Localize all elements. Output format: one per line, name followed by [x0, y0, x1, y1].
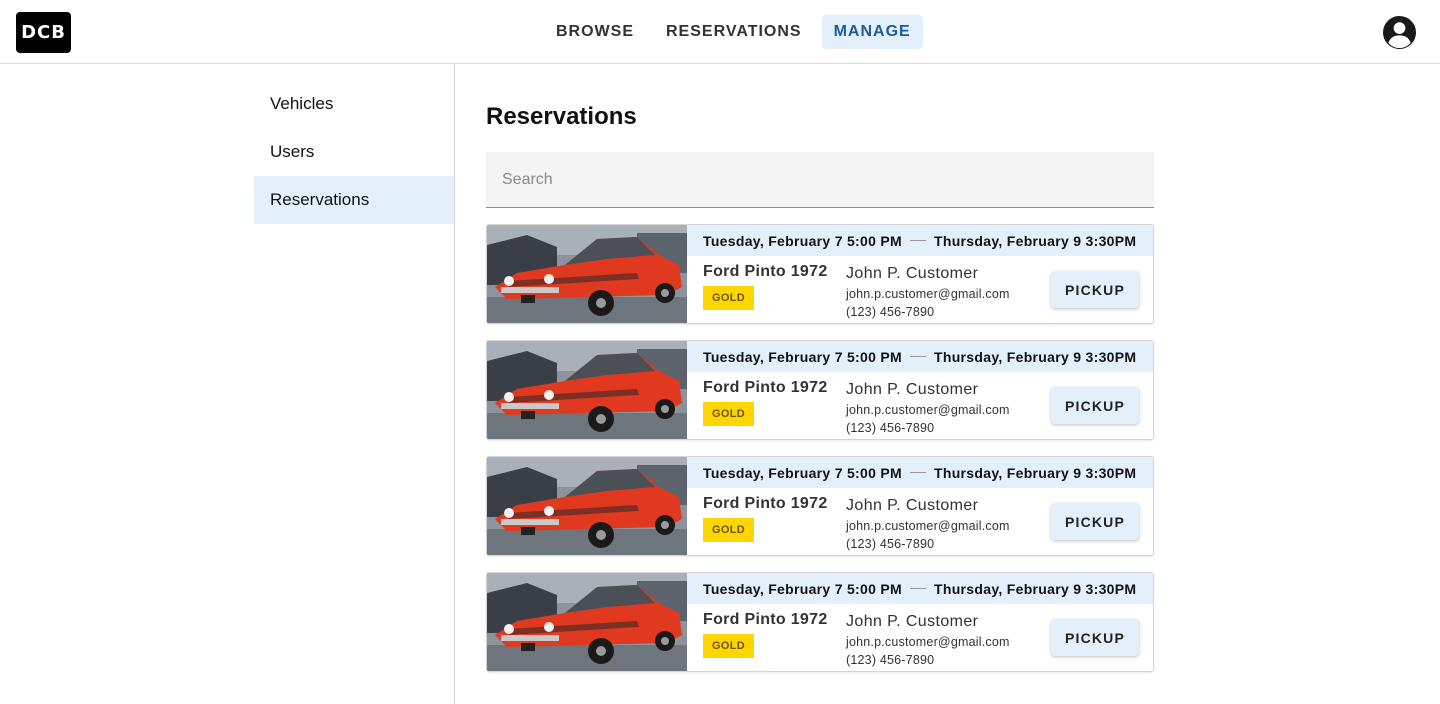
reservation-start: Tuesday, February 7 5:00 PM: [703, 348, 902, 365]
tab-manage[interactable]: MANAGE: [821, 15, 923, 49]
reservation-card: Tuesday, February 7 5:00 PM Thursday, Fe…: [486, 340, 1154, 440]
reservation-dates: Tuesday, February 7 5:00 PM Thursday, Fe…: [687, 457, 1153, 488]
sidebar-item-vehicles[interactable]: Vehicles: [254, 80, 454, 128]
vehicle-name: Ford Pinto 1972: [703, 263, 828, 280]
sidebar-item-users[interactable]: Users: [254, 128, 454, 176]
manage-sidebar: Vehicles Users Reservations: [254, 64, 455, 704]
tier-badge: GOLD: [703, 634, 754, 658]
customer-phone: (123) 456-7890: [846, 653, 935, 667]
reservation-list: Tuesday, February 7 5:00 PM Thursday, Fe…: [486, 224, 1154, 672]
search-input[interactable]: [486, 152, 1154, 208]
tab-browse[interactable]: BROWSE: [544, 15, 646, 49]
reservation-card: Tuesday, February 7 5:00 PM Thursday, Fe…: [486, 572, 1154, 672]
app-logo[interactable]: DCB: [16, 12, 71, 53]
customer-email: john.p.customer@gmail.com: [846, 287, 1010, 301]
date-range-separator: [910, 588, 926, 589]
pickup-button[interactable]: PICKUP: [1051, 271, 1139, 308]
reservation-dates: Tuesday, February 7 5:00 PM Thursday, Fe…: [687, 341, 1153, 372]
reservation-end: Thursday, February 9 3:30PM: [934, 464, 1137, 481]
reservation-dates: Tuesday, February 7 5:00 PM Thursday, Fe…: [687, 573, 1153, 604]
customer-phone: (123) 456-7890: [846, 305, 935, 319]
reservation-start: Tuesday, February 7 5:00 PM: [703, 580, 902, 597]
reservation-card: Tuesday, February 7 5:00 PM Thursday, Fe…: [486, 456, 1154, 556]
vehicle-name: Ford Pinto 1972: [703, 379, 828, 396]
customer-name: John P. Customer: [846, 381, 979, 398]
customer-name: John P. Customer: [846, 497, 979, 514]
customer-phone: (123) 456-7890: [846, 421, 935, 435]
tier-badge: GOLD: [703, 402, 754, 426]
tier-badge: GOLD: [703, 286, 754, 310]
reservation-end: Thursday, February 9 3:30PM: [934, 232, 1137, 249]
top-app-bar: DCB BROWSE RESERVATIONS MANAGE: [0, 0, 1440, 64]
vehicle-name: Ford Pinto 1972: [703, 495, 828, 512]
vehicle-photo: [487, 341, 687, 439]
customer-email: john.p.customer@gmail.com: [846, 403, 1010, 417]
reservation-start: Tuesday, February 7 5:00 PM: [703, 232, 902, 249]
tab-reservations[interactable]: RESERVATIONS: [654, 15, 814, 49]
customer-email: john.p.customer@gmail.com: [846, 635, 1010, 649]
customer-name: John P. Customer: [846, 265, 979, 282]
vehicle-photo: [487, 573, 687, 671]
page-title: Reservations: [486, 103, 637, 130]
vehicle-photo: [487, 457, 687, 555]
date-range-separator: [910, 472, 926, 473]
pickup-button[interactable]: PICKUP: [1051, 387, 1139, 424]
customer-email: john.p.customer@gmail.com: [846, 519, 1010, 533]
customer-phone: (123) 456-7890: [846, 537, 935, 551]
account-circle-icon[interactable]: [1382, 15, 1417, 50]
date-range-separator: [910, 240, 926, 241]
sidebar-item-reservations[interactable]: Reservations: [254, 176, 454, 224]
vehicle-name: Ford Pinto 1972: [703, 611, 828, 628]
pickup-button[interactable]: PICKUP: [1051, 503, 1139, 540]
reservation-end: Thursday, February 9 3:30PM: [934, 348, 1137, 365]
tier-badge: GOLD: [703, 518, 754, 542]
reservation-end: Thursday, February 9 3:30PM: [934, 580, 1137, 597]
date-range-separator: [910, 356, 926, 357]
reservation-start: Tuesday, February 7 5:00 PM: [703, 464, 902, 481]
vehicle-photo: [487, 225, 687, 323]
main-content: Reservations Search Tuesday, February 7 …: [486, 64, 1154, 688]
pickup-button[interactable]: PICKUP: [1051, 619, 1139, 656]
reservation-card: Tuesday, February 7 5:00 PM Thursday, Fe…: [486, 224, 1154, 324]
reservation-dates: Tuesday, February 7 5:00 PM Thursday, Fe…: [687, 225, 1153, 256]
customer-name: John P. Customer: [846, 613, 979, 630]
main-nav: BROWSE RESERVATIONS MANAGE: [544, 15, 923, 49]
